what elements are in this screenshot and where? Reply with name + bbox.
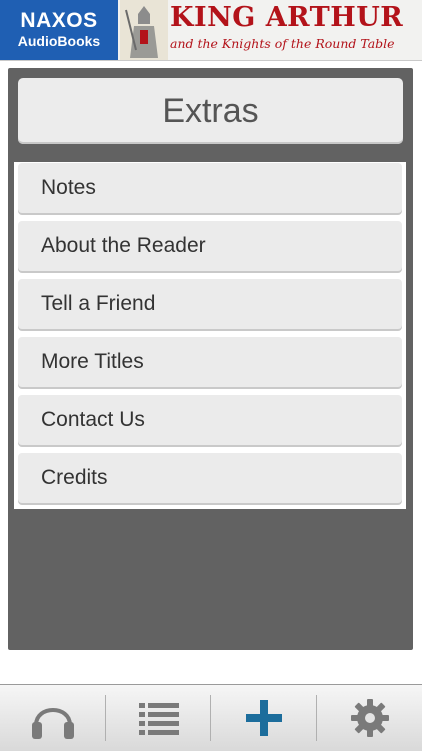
menu-item-about-reader[interactable]: About the Reader [18,221,402,271]
menu-item-label: Credits [41,466,108,489]
menu-item-label: More Titles [41,350,144,373]
player-tab[interactable] [0,685,105,751]
menu-item-label: About the Reader [41,234,206,257]
menu-item-more-titles[interactable]: More Titles [18,337,402,387]
menu-item-credits[interactable]: Credits [18,453,402,503]
extras-menu: Notes About the Reader Tell a Friend Mor… [14,162,406,509]
settings-tab[interactable] [317,685,422,751]
list-icon [138,703,179,735]
page-title: Extras [18,78,403,144]
headphones-icon [31,708,74,739]
menu-item-tell-friend[interactable]: Tell a Friend [18,279,402,329]
logo-line1: NAXOS [20,9,98,32]
chapters-tab[interactable] [106,685,211,751]
menu-item-label: Notes [41,176,96,199]
knight-illustration [120,0,168,60]
menu-item-label: Tell a Friend [41,292,156,315]
gear-icon [350,699,389,737]
bottom-toolbar [0,684,422,751]
app-banner: NAXOS AudioBooks KING ARTHUR and the Kni… [0,0,422,61]
book-subtitle: and the Knights of the Round Table [170,36,395,51]
menu-item-label: Contact Us [41,408,145,431]
extras-tab[interactable] [211,685,316,751]
naxos-logo: NAXOS AudioBooks [0,0,118,60]
book-title: KING ARTHUR [170,2,404,33]
menu-item-notes[interactable]: Notes [18,163,402,213]
plus-icon [245,700,282,736]
menu-item-contact-us[interactable]: Contact Us [18,395,402,445]
logo-line2: AudioBooks [17,33,101,49]
extras-panel: Extras Notes About the Reader Tell a Fri… [8,68,413,650]
